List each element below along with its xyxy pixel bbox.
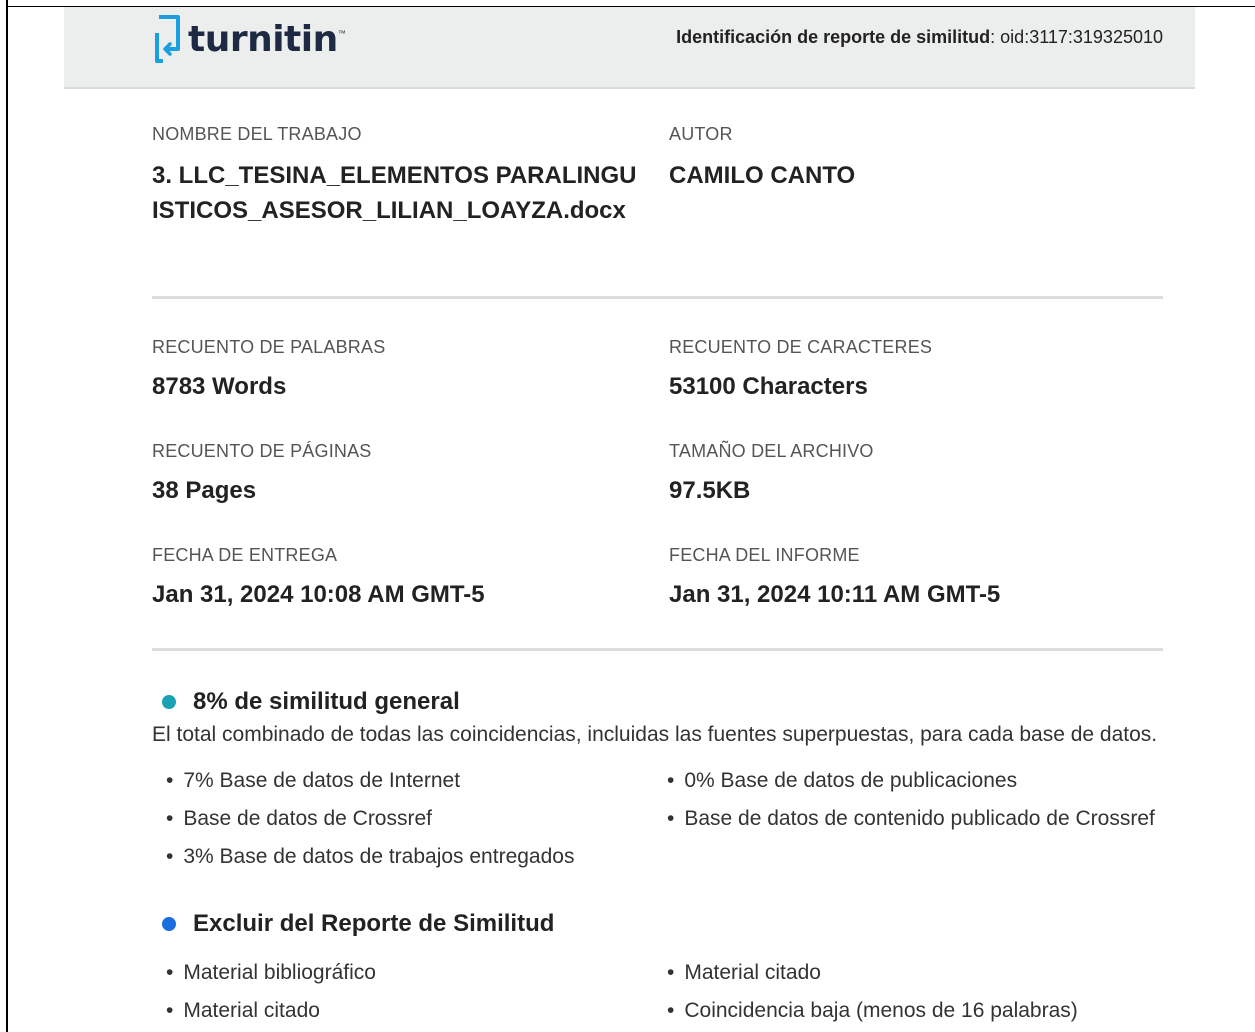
bullet-icon: •: [667, 769, 675, 792]
similarity-item-text: Base de datos de Crossref: [183, 807, 432, 830]
similarity-description: El total combinado de todas las coincide…: [152, 723, 1158, 746]
report-date-label: FECHA DEL INFORME: [669, 545, 860, 565]
similarity-item-text: Base de datos de contenido publicado de …: [684, 807, 1155, 830]
report-date: Jan 31, 2024 10:11 AM GMT-5: [669, 581, 1001, 608]
bullet-icon: •: [166, 845, 174, 868]
divider: [152, 648, 1163, 651]
page-count: 38 Pages: [152, 477, 257, 504]
report-id-label: Identificación de reporte de similitud: [676, 27, 991, 47]
page-count-label: RECUENTO DE PÁGINAS: [152, 441, 372, 461]
bullet-icon: •: [166, 807, 174, 830]
submission-date: Jan 31, 2024 10:08 AM GMT-5: [152, 581, 485, 608]
work-name-label: NOMBRE DEL TRABAJO: [152, 124, 362, 144]
report-page: turnitin ™ Identificación de reporte de …: [64, 7, 1195, 1032]
bullet-icon: •: [166, 769, 174, 792]
exclusion-item-text: Material citado: [684, 961, 821, 984]
file-size: 97.5KB: [669, 477, 751, 504]
exclusion-item: • Coincidencia baja (menos de 16 palabras…: [667, 999, 1078, 1023]
exclusion-item: • Material citado: [166, 999, 320, 1023]
similarity-title: 8% de similitud general: [193, 688, 460, 715]
trademark-mark: ™: [337, 28, 346, 38]
exclusion-item-text: Material bibliográfico: [183, 961, 376, 984]
report-header: turnitin ™ Identificación de reporte de …: [64, 7, 1195, 89]
author-label: AUTOR: [669, 124, 733, 144]
word-count: 8783 Words: [152, 373, 287, 400]
word-count-label: RECUENTO DE PALABRAS: [152, 337, 386, 357]
similarity-heading: 8% de similitud general: [162, 688, 460, 716]
exclusion-item-text: Material citado: [183, 999, 320, 1022]
similarity-item: • 3% Base de datos de trabajos entregados: [166, 845, 574, 869]
exclusion-item-text: Coincidencia baja (menos de 16 palabras): [684, 999, 1078, 1022]
bullet-icon: •: [667, 999, 675, 1022]
exclusions-dot-icon: [162, 917, 176, 931]
submission-date-label: FECHA DE ENTREGA: [152, 545, 338, 565]
exclusions-title: Excluir del Reporte de Similitud: [193, 910, 555, 937]
char-count: 53100 Characters: [669, 373, 868, 400]
turnitin-logo: turnitin ™: [152, 11, 346, 67]
turnitin-logo-icon: [155, 15, 180, 63]
similarity-item: • 0% Base de datos de publicaciones: [667, 769, 1017, 793]
bullet-icon: •: [667, 961, 675, 984]
turnitin-logo-text: turnitin: [188, 18, 338, 60]
file-size-label: TAMAÑO DEL ARCHIVO: [669, 441, 874, 461]
similarity-item: • Base de datos de Crossref: [166, 807, 432, 831]
bullet-icon: •: [667, 807, 675, 830]
author-name: CAMILO CANTO: [669, 162, 856, 189]
report-id: Identificación de reporte de similitud: …: [676, 27, 1163, 48]
bullet-icon: •: [166, 961, 174, 984]
similarity-dot-icon: [162, 695, 176, 709]
bullet-icon: •: [166, 999, 174, 1022]
report-id-value: : oid:3117:319325010: [990, 27, 1163, 47]
exclusions-heading: Excluir del Reporte de Similitud: [162, 910, 554, 938]
frame-left-border: [6, 0, 8, 1032]
work-name: 3. LLC_TESINA_ELEMENTOS PARALINGUISTICOS…: [152, 162, 637, 224]
char-count-label: RECUENTO DE CARACTERES: [669, 337, 933, 357]
exclusion-item: • Material citado: [667, 961, 821, 985]
similarity-item-text: 3% Base de datos de trabajos entregados: [183, 845, 575, 868]
exclusion-item: • Material bibliográfico: [166, 961, 376, 985]
divider: [152, 296, 1163, 299]
similarity-item-text: 0% Base de datos de publicaciones: [684, 769, 1018, 792]
similarity-item: • Base de datos de contenido publicado de…: [667, 807, 1155, 831]
similarity-item: • 7% Base de datos de Internet: [166, 769, 460, 793]
similarity-item-text: 7% Base de datos de Internet: [183, 769, 461, 792]
